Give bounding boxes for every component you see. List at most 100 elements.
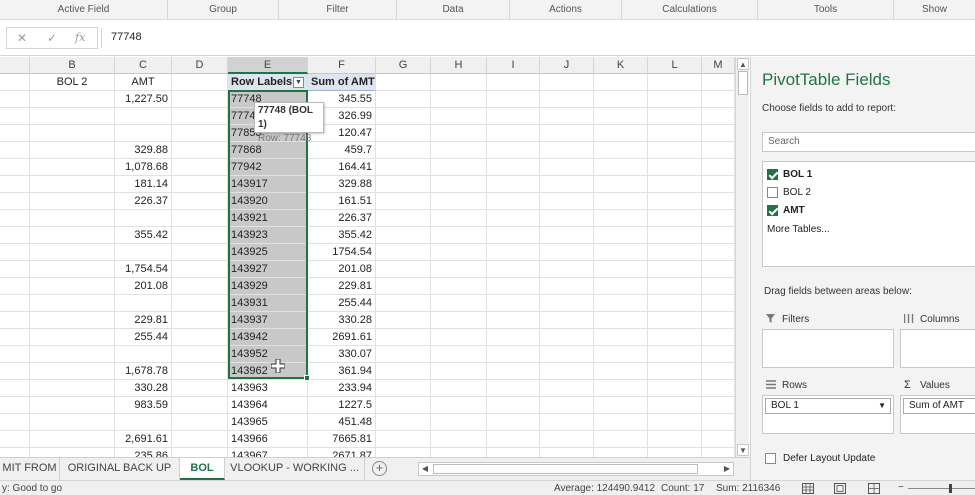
cell[interactable]: [648, 176, 702, 193]
cell[interactable]: [431, 142, 487, 159]
cell[interactable]: [702, 193, 735, 210]
cell[interactable]: [172, 176, 228, 193]
cell[interactable]: [648, 91, 702, 108]
cell[interactable]: [431, 159, 487, 176]
cell[interactable]: AMT: [115, 74, 172, 91]
cell[interactable]: [540, 244, 594, 261]
cell[interactable]: [30, 176, 115, 193]
column-header-d[interactable]: D: [172, 57, 228, 74]
column-header-b[interactable]: B: [30, 57, 115, 74]
cell[interactable]: [431, 91, 487, 108]
cell[interactable]: 330.28: [115, 380, 172, 397]
cell[interactable]: [376, 431, 431, 448]
cell[interactable]: [431, 329, 487, 346]
cell[interactable]: [172, 448, 228, 457]
cell[interactable]: [594, 312, 648, 329]
cell[interactable]: [0, 312, 30, 329]
cell[interactable]: [594, 159, 648, 176]
cell[interactable]: Row Labels ▼: [228, 74, 308, 91]
cell[interactable]: [648, 74, 702, 91]
cell[interactable]: [30, 125, 115, 142]
cell[interactable]: [376, 159, 431, 176]
cell[interactable]: [376, 74, 431, 91]
cell[interactable]: [702, 74, 735, 91]
cell[interactable]: [487, 91, 540, 108]
cell[interactable]: [30, 380, 115, 397]
scroll-left-icon[interactable]: ◀: [419, 463, 431, 475]
cell[interactable]: 451.48: [308, 414, 376, 431]
cell[interactable]: [0, 414, 30, 431]
cell[interactable]: [594, 193, 648, 210]
cell[interactable]: [172, 380, 228, 397]
cell[interactable]: [172, 193, 228, 210]
cell[interactable]: [0, 227, 30, 244]
cell[interactable]: [30, 329, 115, 346]
cell[interactable]: [172, 414, 228, 431]
rows-drop-area[interactable]: BOL 1 ▼: [762, 395, 894, 434]
cell[interactable]: [702, 329, 735, 346]
cell[interactable]: [487, 261, 540, 278]
cell[interactable]: [702, 397, 735, 414]
column-header-f[interactable]: F: [308, 57, 376, 74]
cell[interactable]: [172, 431, 228, 448]
cell[interactable]: [172, 261, 228, 278]
normal-view-icon[interactable]: [802, 483, 814, 494]
cell[interactable]: [30, 346, 115, 363]
cell[interactable]: [30, 193, 115, 210]
cell[interactable]: [376, 397, 431, 414]
cell[interactable]: [30, 244, 115, 261]
cell[interactable]: [594, 346, 648, 363]
cell[interactable]: 143962: [228, 363, 308, 380]
cell[interactable]: 143925: [228, 244, 308, 261]
cell[interactable]: [648, 227, 702, 244]
cell[interactable]: [487, 346, 540, 363]
column-header-g[interactable]: G: [376, 57, 431, 74]
cell[interactable]: 143921: [228, 210, 308, 227]
cell[interactable]: [115, 414, 172, 431]
cell[interactable]: [0, 193, 30, 210]
cell[interactable]: [540, 142, 594, 159]
cell[interactable]: [431, 312, 487, 329]
cell[interactable]: [594, 278, 648, 295]
cell[interactable]: [487, 329, 540, 346]
cell[interactable]: [0, 448, 30, 457]
cell[interactable]: [487, 397, 540, 414]
cell[interactable]: [594, 431, 648, 448]
cell[interactable]: [431, 278, 487, 295]
cell[interactable]: [376, 312, 431, 329]
cell[interactable]: 143929: [228, 278, 308, 295]
cell[interactable]: 329.88: [308, 176, 376, 193]
page-break-preview-icon[interactable]: [868, 483, 880, 494]
cell[interactable]: [30, 431, 115, 448]
cell[interactable]: [0, 295, 30, 312]
cell[interactable]: [172, 142, 228, 159]
cell[interactable]: 330.28: [308, 312, 376, 329]
cell[interactable]: [540, 210, 594, 227]
ribbon-group-tools[interactable]: Tools: [758, 0, 894, 20]
cell[interactable]: [376, 193, 431, 210]
cell[interactable]: 7665.81: [308, 431, 376, 448]
cell[interactable]: [594, 380, 648, 397]
cell[interactable]: [702, 125, 735, 142]
cell[interactable]: [431, 397, 487, 414]
cell[interactable]: [376, 91, 431, 108]
cell[interactable]: [431, 261, 487, 278]
cell[interactable]: [172, 346, 228, 363]
cell[interactable]: [648, 278, 702, 295]
cell[interactable]: [30, 414, 115, 431]
cell[interactable]: [487, 176, 540, 193]
cell[interactable]: [0, 261, 30, 278]
cell[interactable]: [115, 295, 172, 312]
cell[interactable]: [648, 363, 702, 380]
cell[interactable]: [431, 431, 487, 448]
cell[interactable]: [376, 210, 431, 227]
cell[interactable]: [594, 108, 648, 125]
ribbon-group-group[interactable]: Group: [168, 0, 279, 20]
cell[interactable]: 143966: [228, 431, 308, 448]
cell[interactable]: [648, 244, 702, 261]
vertical-scroll-thumb[interactable]: [738, 71, 748, 95]
cell[interactable]: 143923: [228, 227, 308, 244]
cell[interactable]: [540, 295, 594, 312]
cell[interactable]: [540, 125, 594, 142]
cell[interactable]: [594, 397, 648, 414]
